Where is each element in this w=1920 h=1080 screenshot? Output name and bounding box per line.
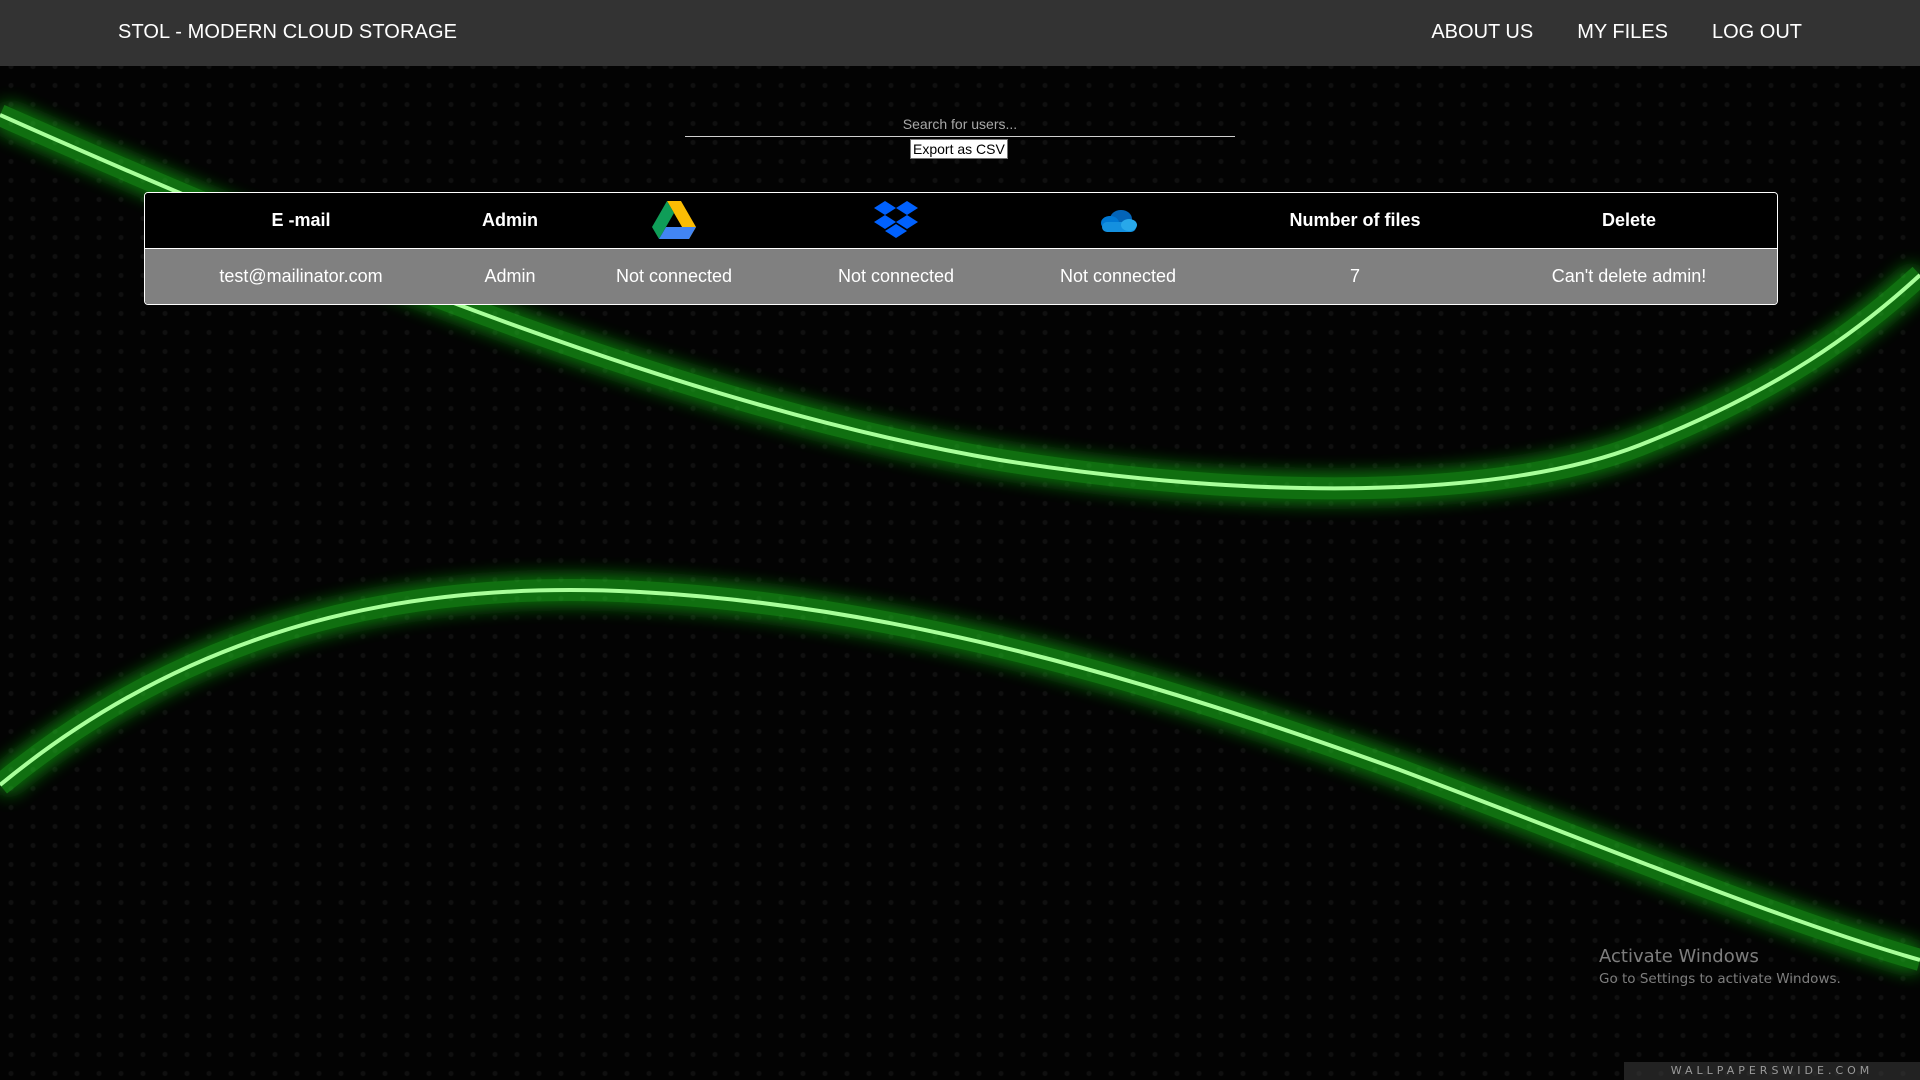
cell-number-of-files: 7 — [1349, 266, 1360, 286]
nav-log-out[interactable]: LOG OUT — [1712, 21, 1802, 44]
nav-links: ABOUT US MY FILES LOG OUT — [1387, 21, 1802, 44]
cell-google-drive-status: Not connected — [615, 266, 733, 286]
cell-dropbox-status: Not connected — [837, 266, 955, 286]
header-delete: Delete — [1601, 210, 1657, 230]
header-number-of-files: Number of files — [1289, 210, 1421, 230]
activate-windows-overlay: Activate Windows Go to Settings to activ… — [1599, 946, 1841, 987]
glowing-curves — [0, 104, 1920, 971]
cell-email: test@mailinator.com — [219, 266, 383, 286]
cell-admin: Admin — [484, 266, 536, 286]
table-row: test@mailinator.com Admin Not connected … — [145, 249, 1777, 304]
users-table: E -mail Admin Number of files Delete tes… — [144, 192, 1778, 305]
header-admin: Admin — [482, 210, 538, 230]
wallpaper-watermark: WALLPAPERSWIDE.COM — [1624, 1062, 1920, 1080]
header-onedrive — [1007, 193, 1229, 248]
brand-link[interactable]: STOL - MODERN CLOUD STORAGE — [118, 21, 457, 44]
nav-about-us[interactable]: ABOUT US — [1431, 21, 1533, 44]
dropbox-icon — [874, 200, 918, 238]
header-dropbox — [785, 193, 1007, 248]
background-wallpaper — [0, 0, 1920, 1080]
activate-windows-title: Activate Windows — [1599, 946, 1759, 967]
onedrive-icon — [1101, 209, 1137, 232]
top-navbar: STOL - MODERN CLOUD STORAGE ABOUT US MY … — [0, 0, 1920, 66]
export-csv-button[interactable]: Export as CSV — [910, 139, 1008, 159]
header-google-drive — [563, 193, 785, 248]
activate-windows-subtitle: Go to Settings to activate Windows. — [1599, 971, 1841, 987]
cell-delete-status: Can't delete admin! — [1551, 266, 1707, 286]
cell-onedrive-status: Not connected — [1059, 266, 1177, 286]
search-container — [685, 111, 1235, 137]
table-header-row: E -mail Admin Number of files Delete — [145, 193, 1777, 249]
header-email: E -mail — [271, 210, 331, 230]
google-drive-icon — [652, 200, 696, 239]
search-users-input[interactable] — [685, 111, 1235, 137]
nav-my-files[interactable]: MY FILES — [1577, 21, 1668, 44]
